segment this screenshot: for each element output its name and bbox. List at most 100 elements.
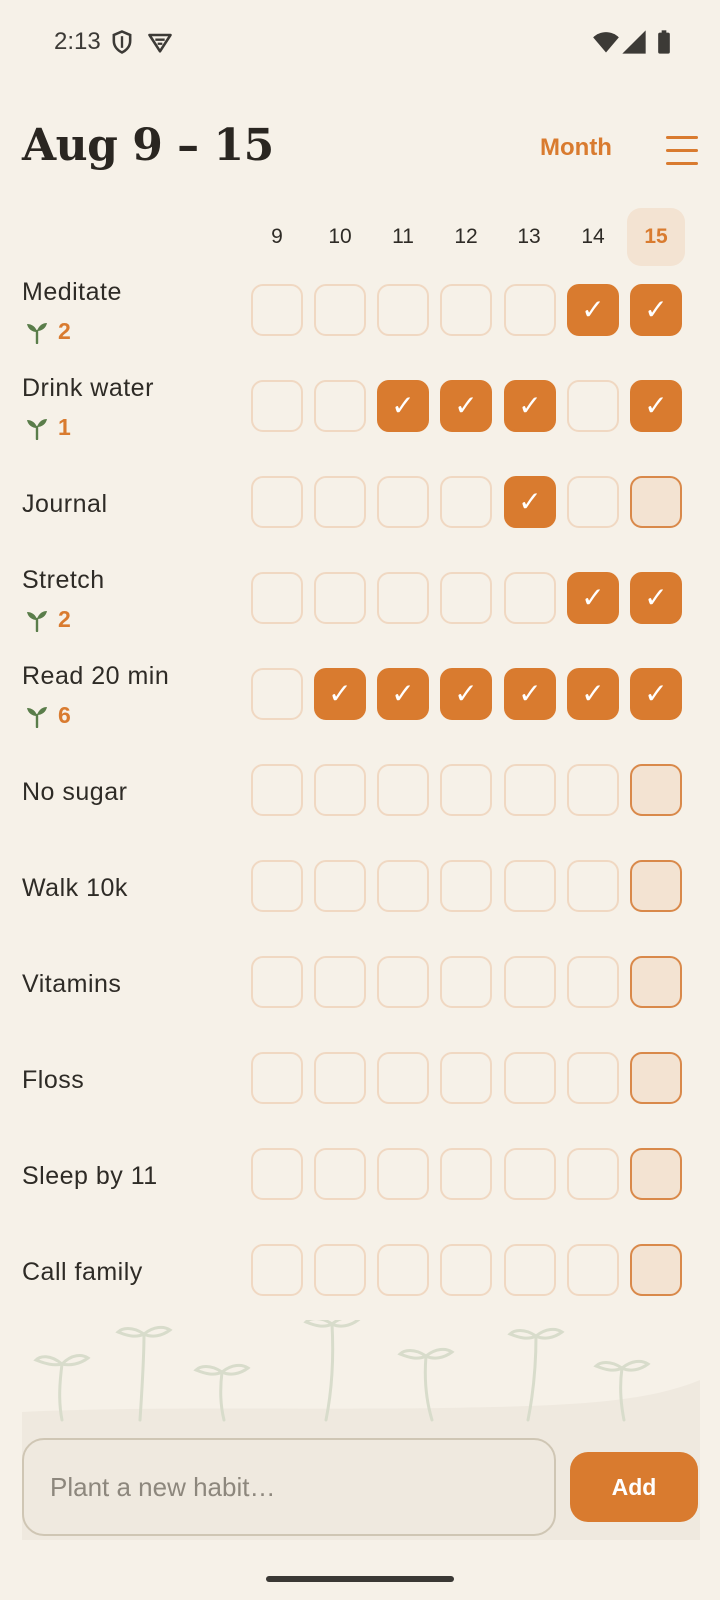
habit-checkbox-day-9[interactable]: [251, 764, 303, 816]
habit-checkbox-day-13[interactable]: [504, 860, 556, 912]
habit-checkbox-day-10[interactable]: [314, 1148, 366, 1200]
habit-checkbox-day-10[interactable]: [314, 860, 366, 912]
habit-name[interactable]: Journal: [22, 490, 108, 519]
habit-name[interactable]: Meditate: [22, 278, 122, 307]
habit-checkbox-day-9[interactable]: [251, 476, 303, 528]
habit-name[interactable]: Read 20 min: [22, 662, 169, 691]
habit-checkbox-day-15[interactable]: [630, 572, 682, 624]
streak-count: 1: [58, 414, 71, 440]
habit-checkbox-day-14[interactable]: [567, 1244, 619, 1296]
habit-name[interactable]: Sleep by 11: [22, 1162, 158, 1191]
habit-checkbox-day-13[interactable]: [504, 764, 556, 816]
habit-checkbox-day-11[interactable]: [377, 668, 429, 720]
habit-checkbox-day-12[interactable]: [440, 1052, 492, 1104]
habit-checkbox-day-15[interactable]: [630, 476, 682, 528]
habit-name[interactable]: Stretch: [22, 566, 105, 595]
habit-checkbox-day-10[interactable]: [314, 380, 366, 432]
habit-checkbox-day-13[interactable]: [504, 1244, 556, 1296]
habit-checkbox-day-12[interactable]: [440, 1244, 492, 1296]
habit-checkbox-day-10[interactable]: [314, 1244, 366, 1296]
habit-checkbox-day-9[interactable]: [251, 1148, 303, 1200]
habit-checkbox-day-11[interactable]: [377, 764, 429, 816]
habit-checkbox-day-13[interactable]: [504, 476, 556, 528]
habit-checkbox-day-15[interactable]: [630, 1052, 682, 1104]
habit-checkbox-day-11[interactable]: [377, 1052, 429, 1104]
habit-name[interactable]: No sugar: [22, 778, 127, 807]
habit-checkbox-day-11[interactable]: [377, 1244, 429, 1296]
habit-checkbox-day-10[interactable]: [314, 764, 366, 816]
habit-checkbox-day-12[interactable]: [440, 1148, 492, 1200]
habit-checkbox-day-9[interactable]: [251, 668, 303, 720]
habit-checkbox-day-15[interactable]: [630, 764, 682, 816]
habit-checkbox-day-12[interactable]: [440, 380, 492, 432]
habit-checkbox-day-13[interactable]: [504, 1148, 556, 1200]
habit-checkbox-day-10[interactable]: [314, 572, 366, 624]
menu-icon[interactable]: [666, 136, 698, 166]
habit-checkbox-day-14[interactable]: [567, 284, 619, 336]
habit-checkbox-day-14[interactable]: [567, 1052, 619, 1104]
habit-checkbox-day-11[interactable]: [377, 476, 429, 528]
habit-checkbox-day-14[interactable]: [567, 764, 619, 816]
habit-checkbox-day-10[interactable]: [314, 668, 366, 720]
habit-checkbox-day-11[interactable]: [377, 956, 429, 1008]
habit-checkbox-day-9[interactable]: [251, 572, 303, 624]
habit-checkbox-day-12[interactable]: [440, 956, 492, 1008]
habit-checkbox-day-13[interactable]: [504, 956, 556, 1008]
habit-checkbox-day-12[interactable]: [440, 284, 492, 336]
habit-checkbox-day-11[interactable]: [377, 572, 429, 624]
habit-checkbox-day-11[interactable]: [377, 380, 429, 432]
habit-checkbox-day-14[interactable]: [567, 668, 619, 720]
habit-checkbox-day-10[interactable]: [314, 476, 366, 528]
habit-checkbox-day-11[interactable]: [377, 1148, 429, 1200]
habit-checkbox-day-12[interactable]: [440, 668, 492, 720]
new-habit-field[interactable]: [22, 1438, 556, 1536]
habit-checkbox-day-15[interactable]: [630, 1148, 682, 1200]
habit-checkbox-day-9[interactable]: [251, 956, 303, 1008]
streak-count: 2: [58, 318, 71, 344]
habit-checkbox-day-12[interactable]: [440, 764, 492, 816]
habit-checkbox-day-9[interactable]: [251, 860, 303, 912]
habit-checkbox-day-10[interactable]: [314, 1052, 366, 1104]
habit-checkbox-day-14[interactable]: [567, 956, 619, 1008]
habit-checkbox-day-12[interactable]: [440, 860, 492, 912]
home-indicator[interactable]: [266, 1576, 454, 1582]
page-title: Aug 9 – 15: [22, 120, 274, 171]
habit-checkbox-day-11[interactable]: [377, 860, 429, 912]
habit-checkbox-day-13[interactable]: [504, 284, 556, 336]
habit-checkbox-day-15[interactable]: [630, 1244, 682, 1296]
habit-name[interactable]: Drink water: [22, 374, 154, 403]
habit-checkbox-day-14[interactable]: [567, 476, 619, 528]
habit-checkbox-day-9[interactable]: [251, 284, 303, 336]
habit-checkbox-day-15[interactable]: [630, 284, 682, 336]
vpn-badge-icon: [148, 33, 172, 53]
habit-checkbox-day-9[interactable]: [251, 1244, 303, 1296]
habit-checkbox-day-13[interactable]: [504, 572, 556, 624]
month-view-button[interactable]: Month: [540, 134, 612, 162]
habit-checkbox-day-13[interactable]: [504, 668, 556, 720]
habit-checkbox-day-14[interactable]: [567, 1148, 619, 1200]
habit-checkbox-day-10[interactable]: [314, 956, 366, 1008]
habit-name[interactable]: Vitamins: [22, 970, 121, 999]
habit-checkbox-day-15[interactable]: [630, 956, 682, 1008]
habit-name[interactable]: Floss: [22, 1066, 84, 1095]
habit-checkbox-day-14[interactable]: [567, 380, 619, 432]
signal-icon: [622, 30, 646, 54]
add-habit-button[interactable]: Add: [570, 1452, 698, 1522]
habit-checkbox-day-11[interactable]: [377, 284, 429, 336]
habit-checkbox-day-10[interactable]: [314, 284, 366, 336]
habit-checkbox-day-9[interactable]: [251, 380, 303, 432]
habit-checkbox-day-13[interactable]: [504, 380, 556, 432]
habit-checkbox-day-15[interactable]: [630, 380, 682, 432]
habit-name[interactable]: Call family: [22, 1258, 143, 1287]
habit-checkbox-day-12[interactable]: [440, 476, 492, 528]
habit-checkbox-day-12[interactable]: [440, 572, 492, 624]
new-habit-input[interactable]: [50, 1440, 530, 1534]
habit-checkbox-day-14[interactable]: [567, 860, 619, 912]
habit-checkbox-day-15[interactable]: [630, 860, 682, 912]
habit-checkbox-day-9[interactable]: [251, 1052, 303, 1104]
habit-name[interactable]: Walk 10k: [22, 874, 128, 903]
wifi-icon: [593, 32, 619, 53]
habit-checkbox-day-15[interactable]: [630, 668, 682, 720]
habit-checkbox-day-14[interactable]: [567, 572, 619, 624]
habit-checkbox-day-13[interactable]: [504, 1052, 556, 1104]
